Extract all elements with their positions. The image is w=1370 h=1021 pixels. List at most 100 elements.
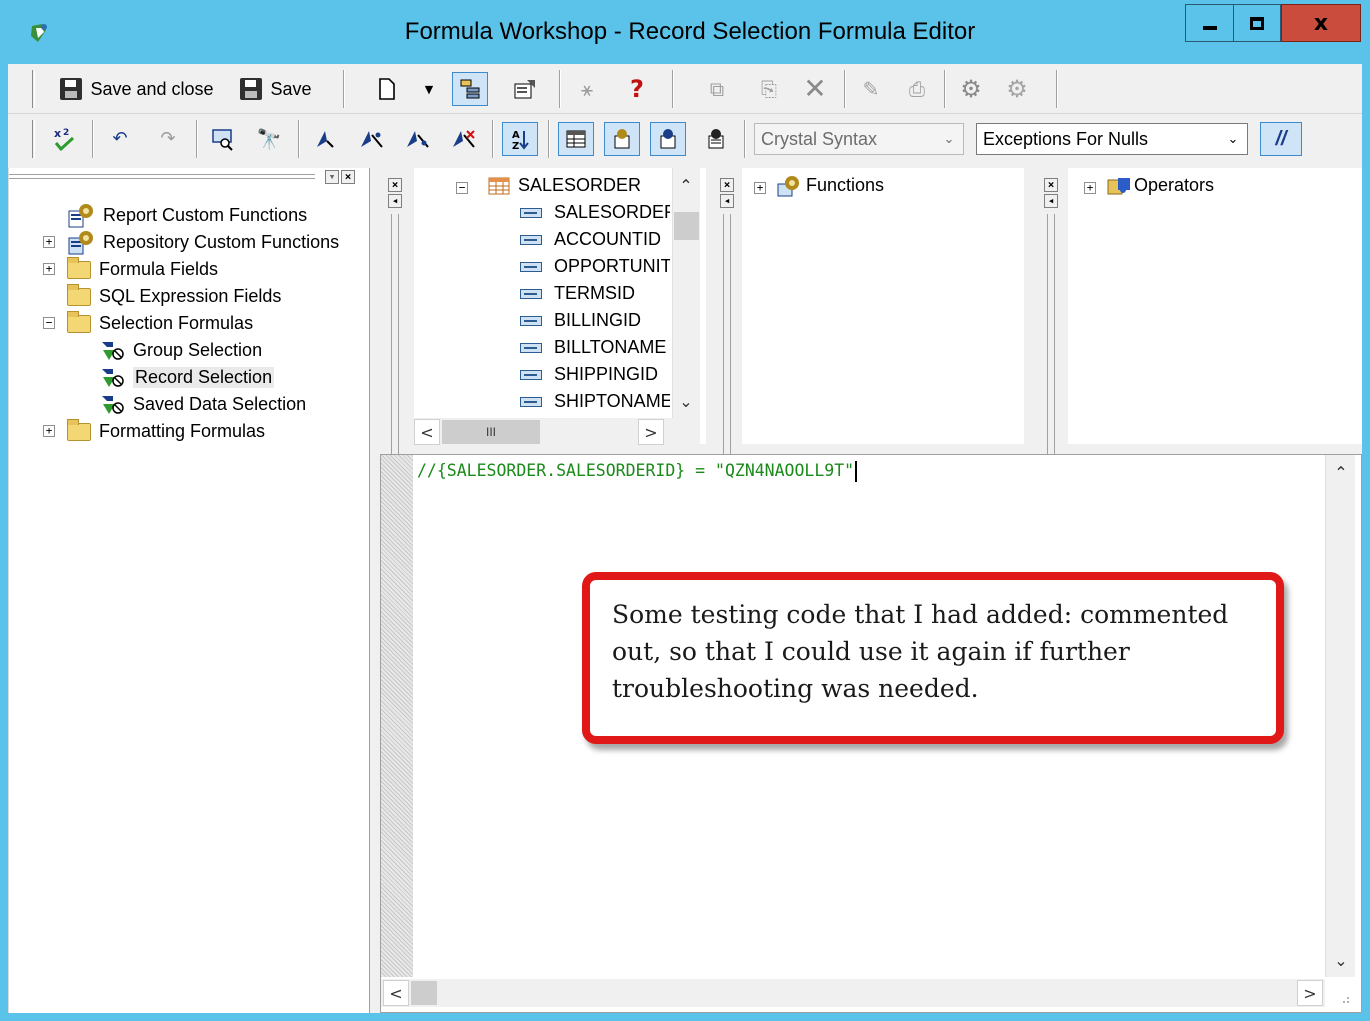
tree-item[interactable]: Report Custom Functions — [67, 202, 307, 229]
tree-item[interactable]: Group Selection — [99, 337, 262, 364]
fields-horizontal-scrollbar[interactable]: < III > — [414, 418, 700, 446]
repository-gear-button[interactable]: ⚙ — [954, 72, 988, 106]
dropdown-arrow-icon: ▼ — [424, 82, 434, 96]
tree-item[interactable]: + Formatting Formulas — [43, 418, 265, 445]
scroll-right-icon[interactable]: > — [638, 419, 664, 445]
tree-item-label: Selection Formulas — [99, 313, 254, 333]
close-button[interactable]: x — [1281, 4, 1361, 42]
collapse-left-icon[interactable]: ◂ — [388, 194, 402, 208]
scroll-thumb[interactable]: III — [442, 420, 540, 444]
table-node-salesorder[interactable]: SALESORDER — [518, 172, 641, 199]
bookmark-button[interactable] — [308, 122, 342, 156]
undo-button[interactable]: ↶ — [106, 122, 134, 156]
field-item[interactable]: SHIPPINGID — [520, 361, 670, 388]
scroll-thumb[interactable] — [674, 212, 699, 240]
operators-expander[interactable]: + — [1084, 182, 1096, 194]
pane-grip[interactable] — [9, 178, 315, 181]
functions-expander[interactable]: + — [754, 182, 766, 194]
minimize-button[interactable] — [1185, 4, 1233, 42]
scroll-thumb[interactable] — [411, 981, 437, 1005]
maximize-button[interactable] — [1233, 4, 1281, 42]
show-functions-button[interactable] — [604, 122, 640, 156]
help-button[interactable]: ? — [622, 72, 652, 106]
toolbar-grip[interactable] — [32, 120, 35, 158]
collapse-left-icon[interactable]: ◂ — [720, 194, 734, 208]
rename-icon: ✎ — [862, 77, 880, 101]
field-item[interactable]: BILLTONAME — [520, 334, 670, 361]
new-dropdown-button[interactable]: ▼ — [420, 72, 438, 106]
pane-close-button[interactable]: × — [341, 170, 355, 184]
pane-dropdown-button[interactable]: ▾ — [325, 170, 339, 184]
properties-button[interactable] — [508, 72, 542, 106]
comment-toggle-button[interactable]: // — [1260, 122, 1302, 156]
tree-expander[interactable]: + — [43, 425, 55, 437]
null-handling-select[interactable]: Exceptions For Nulls ⌄ — [976, 123, 1248, 155]
scroll-left-icon[interactable]: < — [383, 980, 409, 1006]
close-icon[interactable]: × — [1044, 178, 1058, 192]
svg-text:2: 2 — [63, 128, 69, 138]
rename-button[interactable]: ✎ — [854, 72, 888, 106]
new-button[interactable] — [372, 72, 402, 106]
save-and-close-button[interactable]: Save and close — [50, 72, 224, 106]
scroll-up-icon[interactable]: ⌃ — [673, 172, 699, 198]
show-operators-button[interactable] — [650, 122, 686, 156]
paste-button[interactable]: ⎘ — [752, 72, 786, 106]
browse-data-button[interactable] — [206, 122, 240, 156]
operators-node[interactable]: Operators — [1134, 172, 1214, 199]
scroll-right-icon[interactable]: > — [1297, 980, 1323, 1006]
title-bar[interactable]: Formula Workshop - Record Selection Form… — [0, 0, 1370, 64]
save-button[interactable]: Save — [234, 72, 318, 106]
scroll-up-icon[interactable]: ⌃ — [1328, 459, 1354, 485]
toolbar-grip[interactable] — [32, 70, 35, 108]
editor-vertical-scrollbar[interactable]: ⌃ ⌄ — [1325, 455, 1355, 977]
code-line[interactable]: //{SALESORDER.SALESORDERID} = "QZN4NAOOL… — [417, 461, 858, 482]
tree-item[interactable]: Saved Data Selection — [99, 391, 306, 418]
field-item[interactable]: SHIPTONAME — [520, 388, 670, 415]
tree-item[interactable]: + Repository Custom Functions — [43, 229, 339, 256]
toolbar-separator — [944, 70, 946, 108]
pane-grip[interactable] — [9, 174, 315, 177]
tree-expander[interactable]: + — [43, 263, 55, 275]
toggle-text-button[interactable] — [698, 122, 734, 156]
previous-bookmark-button[interactable] — [400, 122, 434, 156]
clear-bookmarks-button[interactable] — [446, 122, 480, 156]
field-item[interactable]: OPPORTUNIT — [520, 253, 670, 280]
tree-expander[interactable]: + — [43, 236, 55, 248]
find-button[interactable]: 🔭 — [252, 122, 286, 156]
add-to-repository-button[interactable]: ⎙ — [900, 72, 934, 106]
tree-item[interactable]: SQL Expression Fields — [67, 283, 281, 310]
fields-vertical-scrollbar[interactable]: ⌃ ⌄ — [672, 168, 700, 418]
scroll-down-icon[interactable]: ⌄ — [673, 388, 699, 414]
tree-item[interactable]: + Formula Fields — [43, 256, 218, 283]
close-icon[interactable]: × — [388, 178, 402, 192]
close-icon[interactable]: × — [720, 178, 734, 192]
field-item[interactable]: SALESORDERI — [520, 199, 670, 226]
scroll-down-icon[interactable]: ⌄ — [1328, 947, 1354, 973]
editor-horizontal-scrollbar[interactable]: < > — [381, 979, 1325, 1007]
table-collapse-expander[interactable]: − — [456, 182, 468, 194]
sort-button[interactable]: AZ — [502, 122, 538, 156]
repository-gear-button-2[interactable]: ⚙ — [1000, 72, 1034, 106]
field-item[interactable]: ACCOUNTID — [520, 226, 670, 253]
functions-node[interactable]: Functions — [806, 172, 884, 199]
syntax-select[interactable]: Crystal Syntax ⌄ — [754, 123, 964, 155]
toggle-tree-button[interactable] — [452, 72, 488, 106]
redo-button[interactable]: ↷ — [154, 122, 182, 156]
resize-grip-icon[interactable] — [1335, 989, 1351, 1005]
delete-button[interactable]: ✕ — [798, 72, 832, 106]
collapse-left-icon[interactable]: ◂ — [1044, 194, 1058, 208]
field-item[interactable]: TERMSID — [520, 280, 670, 307]
field-item[interactable]: BILLINGID — [520, 307, 670, 334]
tree-item[interactable]: Record Selection — [99, 364, 275, 391]
formula-expert-button[interactable]: ⚹ — [572, 72, 602, 106]
show-fields-button[interactable] — [558, 122, 594, 156]
scroll-left-icon[interactable]: < — [414, 419, 440, 445]
comment-icon: // — [1275, 127, 1287, 150]
copy-button[interactable]: ⧉ — [700, 72, 734, 106]
next-bookmark-button[interactable] — [354, 122, 388, 156]
tree-item[interactable]: − Selection Formulas — [43, 310, 254, 337]
tree-expander[interactable]: − — [43, 317, 55, 329]
add-to-repository-icon: ⎙ — [909, 77, 925, 101]
check-formula-button[interactable]: x2 — [48, 122, 82, 156]
folder-icon — [67, 418, 91, 441]
